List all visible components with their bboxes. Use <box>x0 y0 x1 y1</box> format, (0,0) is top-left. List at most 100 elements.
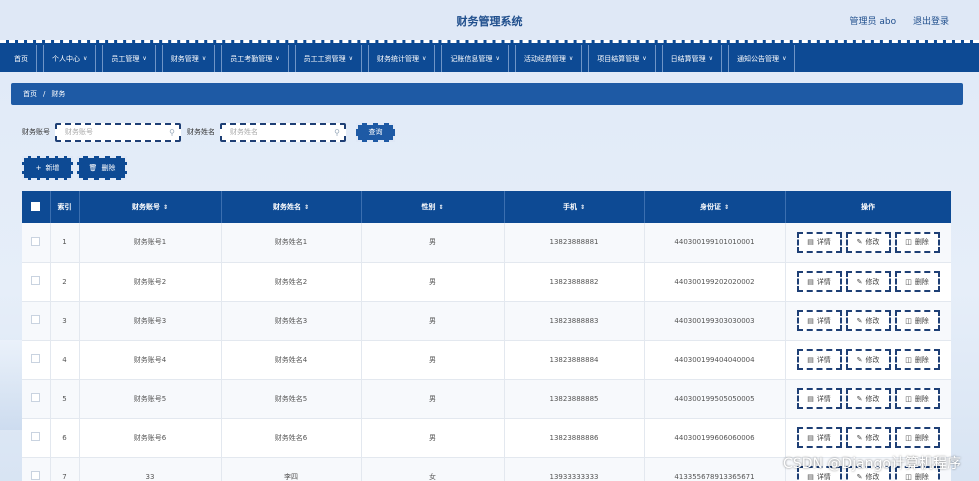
nav-item[interactable]: 财务统计管理 ∨ <box>368 45 436 72</box>
cell-phone: 13823888884 <box>504 340 645 380</box>
cell-id-card: 440300199303030003 <box>644 301 786 341</box>
row-checkbox[interactable] <box>31 471 41 480</box>
query-button[interactable]: 查询 <box>356 122 395 142</box>
col-name[interactable]: 财务姓名 ⇕ <box>221 191 362 223</box>
add-button[interactable]: + 新增 <box>22 156 73 180</box>
nav-item[interactable]: 财务管理 ∨ <box>161 45 216 72</box>
detail-button[interactable]: ▤ 详情 <box>796 349 842 370</box>
row-delete-button[interactable]: ◫ 删除 <box>894 349 940 370</box>
chevron-down-icon: ∨ <box>201 55 207 62</box>
row-delete-button[interactable]: ◫ 删除 <box>894 388 940 409</box>
nav-item[interactable]: 通知公告管理 ∨ <box>728 45 796 72</box>
logout-link[interactable]: 退出登录 <box>913 17 949 27</box>
row-select-cell[interactable] <box>22 418 51 458</box>
nav-item[interactable]: 日结算管理 ∨ <box>661 45 723 72</box>
row-delete-button[interactable]: ◫ 删除 <box>894 310 940 331</box>
nav-item[interactable]: 记账信息管理 ∨ <box>441 45 509 72</box>
detail-button[interactable]: ▤ 详情 <box>796 271 842 292</box>
chevron-down-icon: ∨ <box>142 55 147 62</box>
row-select-cell[interactable] <box>22 340 51 380</box>
edit-button[interactable]: ✎ 修改 <box>845 349 891 370</box>
breadcrumb-separator: / <box>43 90 46 98</box>
nav-item[interactable]: 个人中心 ∨ <box>43 45 97 72</box>
col-id-card[interactable]: 身份证 ⇕ <box>644 191 786 223</box>
row-checkbox[interactable] <box>31 236 41 246</box>
data-table: 索引 财务账号 ⇕ 财务姓名 ⇕ 性别 ⇕ 手机 ⇕ 身份证 ⇕ 操作 1 财务账号1 财务姓… <box>22 191 951 481</box>
chevron-down-icon: ∨ <box>495 55 500 62</box>
breadcrumb-current: 财务 <box>51 90 66 98</box>
row-delete-button[interactable]: ◫ 删除 <box>894 271 940 292</box>
nav-item[interactable]: 活动经费管理 ∨ <box>514 45 583 72</box>
row-select-cell[interactable] <box>22 262 51 302</box>
edit-icon: ✎ <box>856 238 863 247</box>
nav-item[interactable]: 首页 <box>6 45 37 72</box>
edit-button[interactable]: ✎ 修改 <box>845 310 891 331</box>
detail-button[interactable]: ▤ 详情 <box>796 231 842 253</box>
delete-button[interactable]: 🗑 删除 <box>77 156 127 180</box>
cell-id-card: 440300199101010001 <box>644 223 786 263</box>
edit-button[interactable]: ✎ 修改 <box>845 271 891 292</box>
search-bar: 财务账号 财务账号 ⚲ 财务姓名 财务姓名 ⚲ 查询 <box>22 122 395 142</box>
nav-item[interactable]: 员工考勤管理 ∨ <box>221 45 289 72</box>
nav-item-label: 财务统计管理 <box>377 54 420 63</box>
detail-icon: ▤ <box>807 316 814 325</box>
select-all-checkbox[interactable] <box>31 201 41 211</box>
detail-button[interactable]: ▤ 详情 <box>796 310 842 331</box>
trash-icon: ◫ <box>905 277 912 286</box>
trash-icon: ◫ <box>905 238 912 247</box>
cell-operations: ▤ 详情 ✎ 修改 ◫ 删除 <box>785 340 951 380</box>
chevron-down-icon: ∨ <box>642 55 647 62</box>
account-search-input[interactable]: 财务账号 ⚲ <box>55 122 181 142</box>
row-checkbox[interactable] <box>31 315 41 324</box>
edit-button[interactable]: ✎ 修改 <box>845 427 891 448</box>
cell-id-card: 440300199505050005 <box>644 379 786 419</box>
cell-id-card: 413355678913365671 <box>644 457 786 481</box>
breadcrumb-home[interactable]: 首页 <box>23 89 37 99</box>
cell-index: 5 <box>50 379 80 419</box>
sort-icon[interactable]: ⇕ <box>580 204 585 211</box>
row-select-cell[interactable] <box>22 223 51 263</box>
nav-item[interactable]: 项目结算管理 ∨ <box>588 45 656 72</box>
row-checkbox[interactable] <box>31 432 41 441</box>
detail-button[interactable]: ▤ 详情 <box>796 388 842 409</box>
row-checkbox[interactable] <box>31 276 41 285</box>
row-checkbox[interactable] <box>31 354 41 363</box>
cell-id-card: 440300199404040004 <box>644 340 786 380</box>
sort-icon[interactable]: ⇕ <box>163 204 168 211</box>
select-all-cell[interactable] <box>22 191 51 223</box>
edit-button[interactable]: ✎ 修改 <box>845 231 891 253</box>
add-button-label: 新增 <box>45 164 60 172</box>
sort-icon[interactable]: ⇕ <box>724 204 729 211</box>
col-phone[interactable]: 手机 ⇕ <box>504 191 645 223</box>
edit-icon: ✎ <box>856 277 863 286</box>
col-account[interactable]: 财务账号 ⇕ <box>79 191 222 223</box>
row-select-cell[interactable] <box>22 379 51 419</box>
name-search-placeholder: 财务姓名 <box>230 128 258 136</box>
row-delete-button[interactable]: ◫ 删除 <box>894 427 940 448</box>
sort-icon[interactable]: ⇕ <box>304 204 309 211</box>
name-search-input[interactable]: 财务姓名 ⚲ <box>220 122 346 142</box>
main-nav: 首页 个人中心 ∨ 员工管理 ∨ 财务管理 ∨ 员工考勤管理 ∨ 员工工资管理 ∨ 财务统计管理 ∨ 记账… <box>0 40 979 72</box>
row-delete-button[interactable]: ◫ 删除 <box>894 231 940 253</box>
cell-account: 财务账号2 <box>79 262 222 302</box>
nav-item-label: 个人中心 <box>52 54 80 63</box>
cell-operations: ▤ 详情 ✎ 修改 ◫ 删除 <box>785 418 951 458</box>
nav-item[interactable]: 员工管理 ∨ <box>102 45 156 72</box>
col-gender[interactable]: 性别 ⇕ <box>361 191 505 223</box>
cell-gender: 男 <box>361 301 505 341</box>
current-user[interactable]: 管理员 abo <box>850 17 897 27</box>
chevron-down-icon: ∨ <box>83 55 88 62</box>
row-select-cell[interactable] <box>22 457 51 481</box>
nav-item[interactable]: 员工工资管理 ∨ <box>294 45 363 72</box>
nav-item-label: 项目结算管理 <box>597 54 640 63</box>
edit-button[interactable]: ✎ 修改 <box>845 388 891 409</box>
search-icon: ⚲ <box>334 127 340 137</box>
cell-phone: 13823888886 <box>504 418 645 458</box>
cell-gender: 女 <box>361 457 505 481</box>
edit-icon: ✎ <box>856 394 863 403</box>
cell-index: 2 <box>50 262 80 302</box>
detail-button[interactable]: ▤ 详情 <box>796 427 842 448</box>
row-select-cell[interactable] <box>22 301 51 341</box>
row-checkbox[interactable] <box>31 393 41 402</box>
sort-icon[interactable]: ⇕ <box>438 204 443 211</box>
